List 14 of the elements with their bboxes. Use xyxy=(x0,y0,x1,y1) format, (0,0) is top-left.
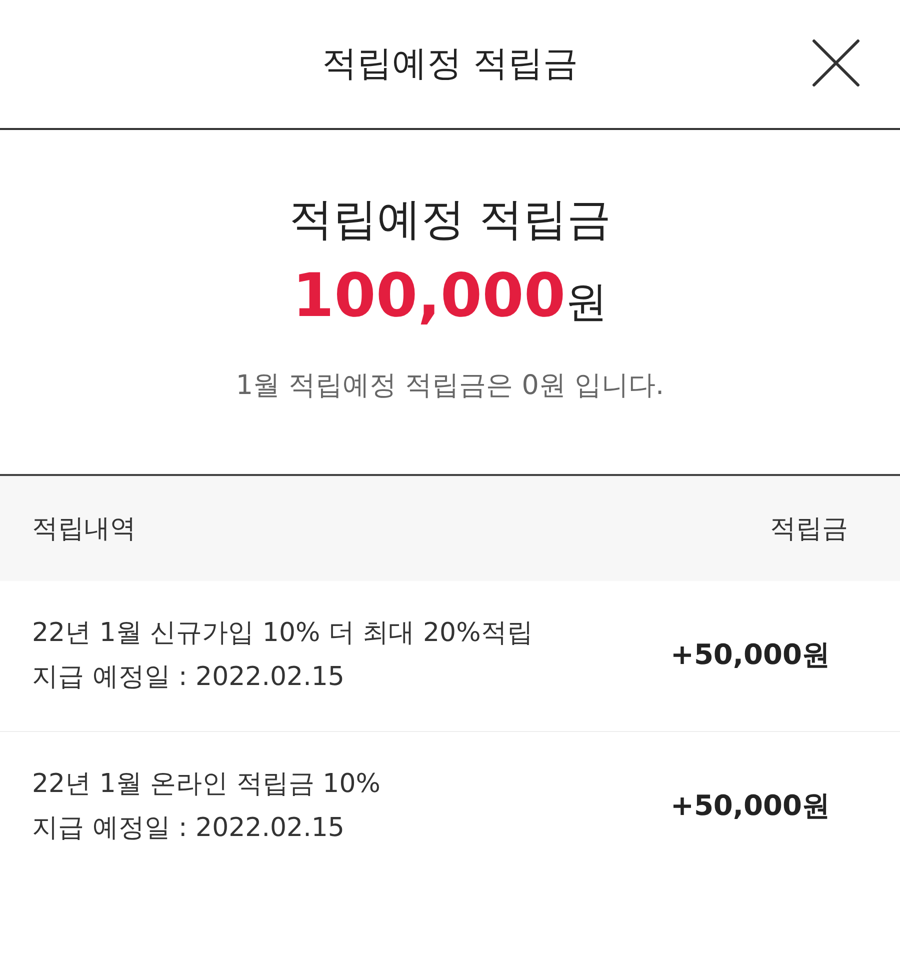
entry-title: 22년 1월 신규가입 10% 더 최대 20%적립 xyxy=(32,617,533,650)
close-icon xyxy=(812,39,860,87)
entry-amount: +50,000원 xyxy=(670,637,830,673)
close-button[interactable] xyxy=(812,39,860,87)
total-amount: 100,000원 xyxy=(292,260,608,333)
summary-note: 1월 적립예정 적립금은 0원 입니다. xyxy=(236,369,664,403)
payment-date: 지급 예정일 : 2022.02.15 xyxy=(32,812,346,845)
payment-date: 지급 예정일 : 2022.02.15 xyxy=(32,661,346,694)
summary-title: 적립예정 적립금 xyxy=(289,193,611,247)
column-header: 적립금 xyxy=(770,513,848,546)
page-title: 적립예정 적립금 xyxy=(322,43,578,86)
entry-title: 22년 1월 온라인 적립금 10% xyxy=(32,768,380,801)
entry-amount: +50,000원 xyxy=(670,788,830,824)
column-header: 적립내역 xyxy=(32,513,136,546)
